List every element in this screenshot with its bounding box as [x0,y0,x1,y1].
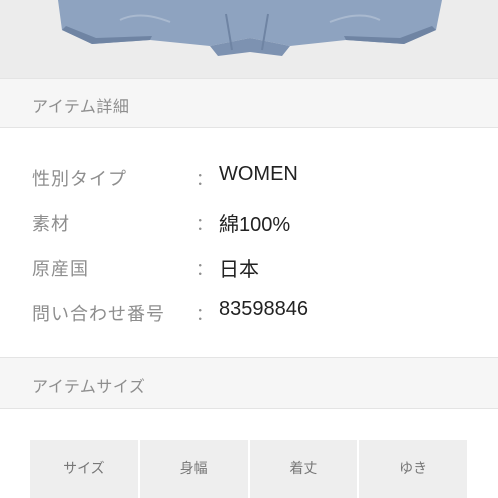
size-table-header-row: サイズ 身幅 着丈 ゆき [30,440,467,498]
detail-label: 原産国 [32,259,89,280]
detail-row-gender: 性別タイプ ： WOMEN [0,161,498,191]
detail-label: 問い合わせ番号 [32,304,165,325]
detail-value: 83598846 [219,298,308,320]
item-detail-header: アイテム詳細 [0,78,498,128]
detail-colon: ： [196,305,213,325]
detail-label: 性別タイプ [32,169,127,190]
item-detail-page: アイテム詳細 性別タイプ ： WOMEN 素材 ： 綿100% 原産国 ： 日本… [0,0,498,498]
product-image [0,0,498,78]
size-column-header: 身幅 [140,440,250,498]
detail-colon: ： [196,260,213,280]
size-column-header: サイズ [30,440,140,498]
denim-shirt-graphic [0,0,498,78]
detail-value: 日本 [219,259,259,281]
detail-row-origin: 原産国 ： 日本 [0,251,498,281]
detail-value: WOMEN [219,163,298,185]
detail-label: 素材 [32,214,70,235]
detail-colon: ： [196,215,213,235]
detail-value: 綿100% [219,214,291,236]
detail-row-inquiry-number: 問い合わせ番号 ： 83598846 [0,296,498,326]
item-size-header: アイテムサイズ [0,357,498,409]
detail-row-material: 素材 ： 綿100% [0,206,498,236]
item-size-title: アイテムサイズ [32,377,146,396]
size-column-header: ゆき [399,461,428,477]
size-column-header: 着丈 [250,440,360,498]
item-detail-title: アイテム詳細 [32,97,130,116]
detail-colon: ： [196,170,213,190]
